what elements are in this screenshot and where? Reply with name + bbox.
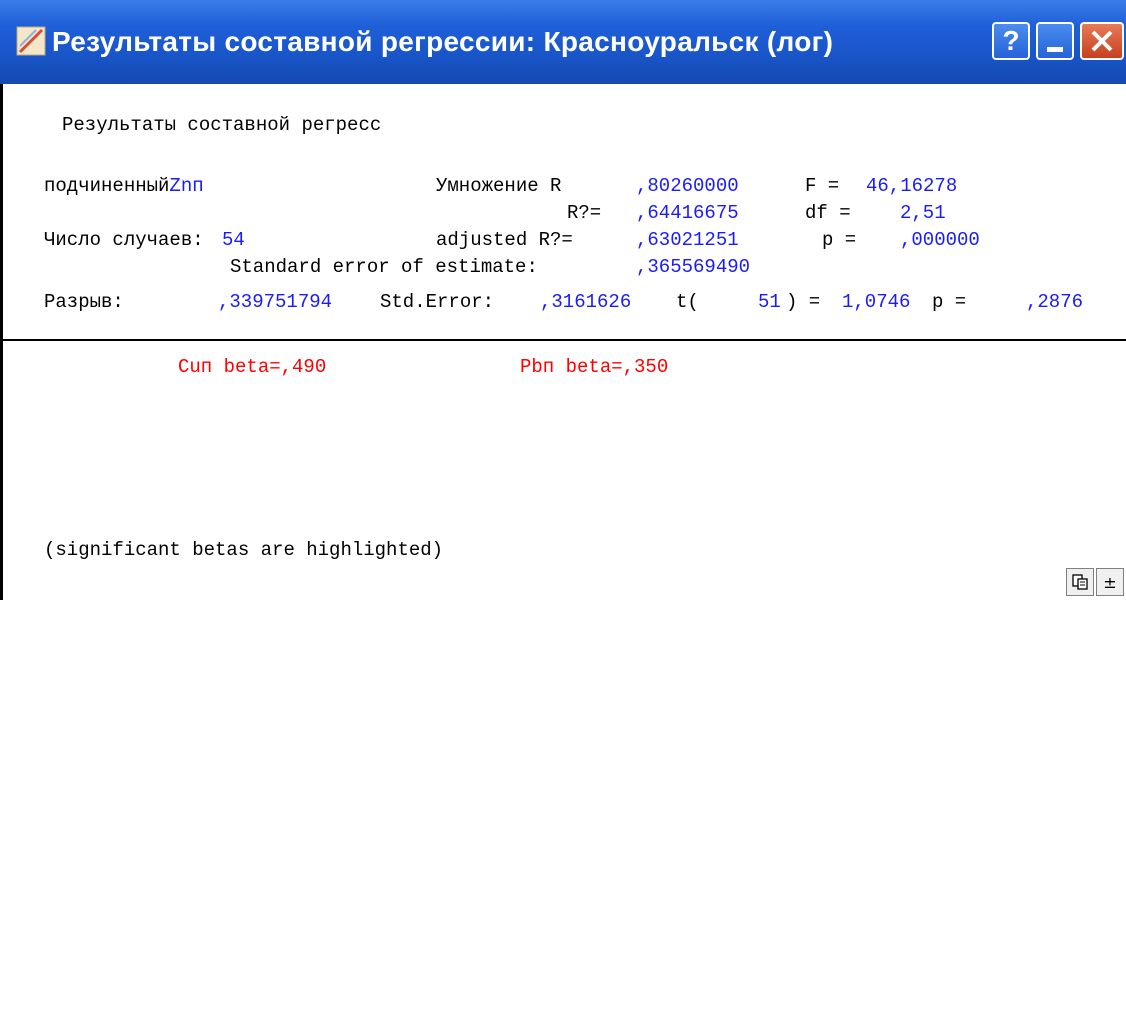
regression-results-window: Результаты составной регрессии: Красноур… [0,0,1126,600]
t-equals: ) = [786,291,821,313]
t-df-value: 51 [758,291,781,313]
t-label: t( [676,291,699,313]
df-label: df = [805,202,851,224]
plus-minus-icon: ± [1103,572,1117,592]
p-label: p = [822,229,857,251]
toggle-button[interactable]: ± [1096,568,1124,596]
intercept-value: ,339751794 [218,291,333,313]
copy-icon [1072,574,1088,590]
beta-cu: Cuп beta=,490 [178,356,327,378]
help-button[interactable]: ? [992,22,1030,60]
dependent-label: подчиненный [44,175,170,197]
multiple-r-label: Умножение R [436,175,562,197]
df-value: 2,51 [900,202,946,224]
help-label: ? [1002,25,1020,56]
minimize-icon [1047,46,1063,52]
std-error-estimate-label: Standard error of estimate: [230,256,538,278]
window-border [0,84,3,600]
p2-value: ,2876 [1026,291,1084,313]
title-bar[interactable]: Результаты составной регрессии: Красноур… [0,0,1126,84]
intercept-label: Разрыв: [44,291,124,313]
f-value: 46,16278 [866,175,958,197]
t-value: 1,0746 [842,291,911,313]
p2-label: p = [932,291,967,313]
close-icon [1091,30,1113,52]
std-error-value: ,3161626 [540,291,632,313]
copy-button[interactable] [1066,568,1094,596]
adjusted-r-squared-value: ,63021251 [636,229,739,251]
report-area: Результаты составной регресс подчиненный… [0,0,1126,1034]
beta-pb: Pbп beta=,350 [520,356,669,378]
footnote: (significant betas are highlighted) [44,539,444,561]
dependent-variable: подчиненныйZnп [44,174,204,198]
report-heading: Результаты составной регресс [62,114,382,136]
multiple-r-value: ,80260000 [636,175,739,197]
section-divider [3,339,1126,341]
cases-label: Число случаев: [44,229,204,251]
p-value: ,000000 [900,229,980,251]
std-error-estimate-value: ,365569490 [636,256,751,278]
r-squared-label: R?= [567,202,602,224]
window-title: Результаты составной регрессии: Красноур… [52,26,834,57]
f-label: F = [805,175,840,197]
dependent-value: Znп [169,175,204,197]
cases-value: 54 [222,229,245,251]
std-error-label: Std.Error: [380,291,495,313]
adjusted-r-squared-label: adjusted R?= [436,229,573,251]
app-icon [16,26,46,56]
r-squared-value: ,64416675 [636,202,739,224]
close-button[interactable] [1080,22,1124,60]
minimize-button[interactable] [1036,22,1074,60]
